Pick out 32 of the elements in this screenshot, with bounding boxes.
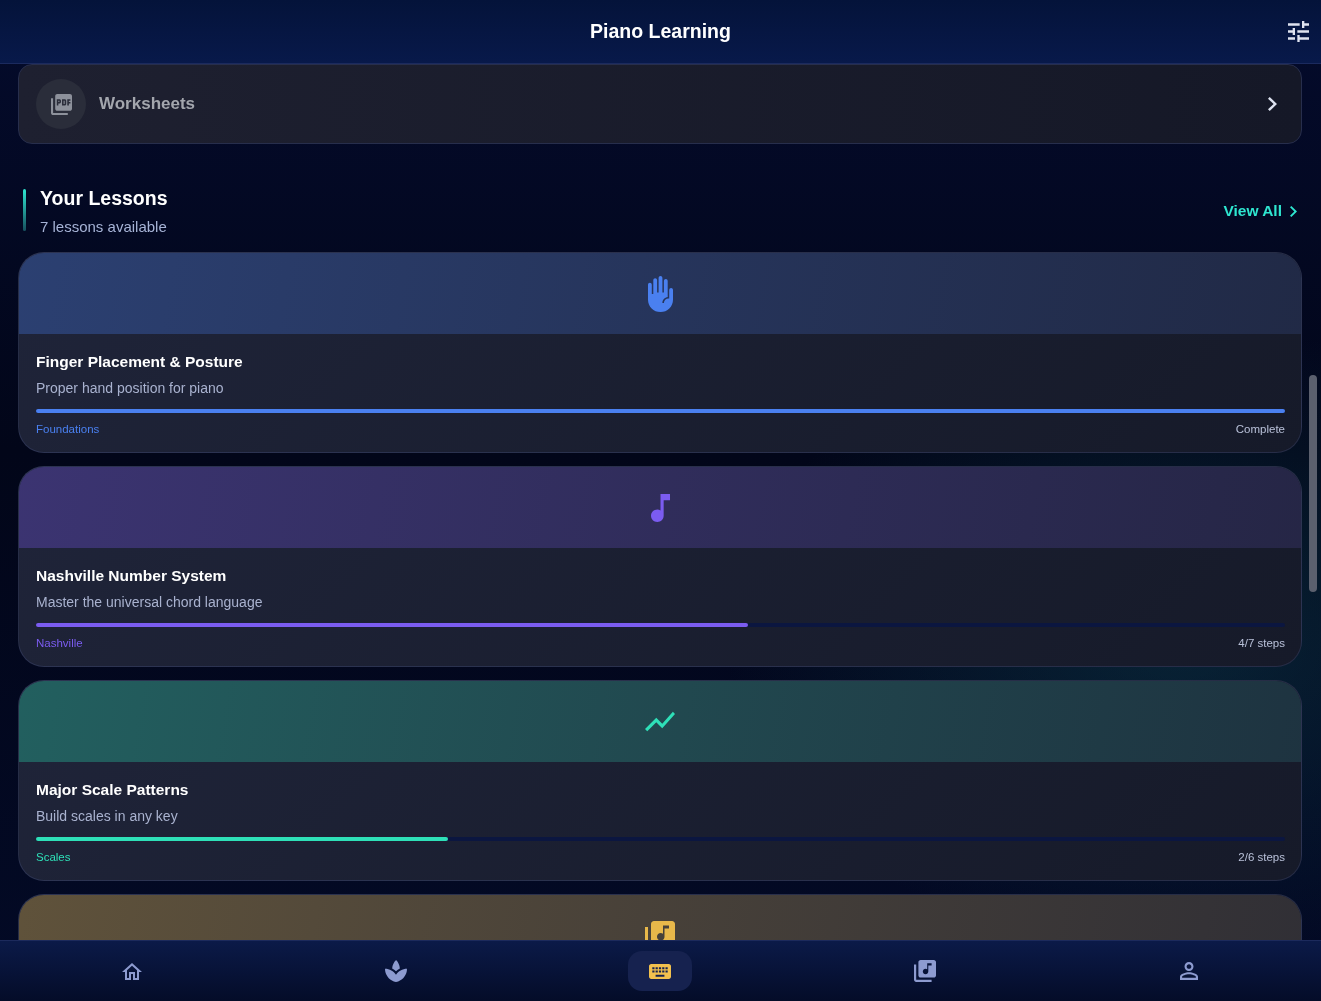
pdf-file-icon	[36, 79, 86, 129]
lesson-description: Master the universal chord language	[36, 593, 264, 611]
lesson-title: Nashville Number System	[36, 566, 228, 586]
lesson-description: Proper hand position for piano	[36, 379, 225, 397]
lesson-status: 2/6 steps	[1238, 850, 1285, 864]
lesson-card[interactable]: Nashville Number System Master the universal chord language Nashville 4/7 steps	[18, 466, 1302, 667]
lesson-status: 4/7 steps	[1238, 636, 1285, 650]
lesson-description: Build scales in any key	[36, 807, 179, 825]
person-icon	[1179, 962, 1198, 980]
view-all-link[interactable]: View All	[1223, 202, 1297, 220]
filter-button[interactable]	[1288, 21, 1309, 42]
lesson-title: Major Scale Patterns	[36, 780, 190, 800]
lesson-status: Complete	[1235, 422, 1285, 436]
keyboard-tab[interactable]	[628, 951, 693, 991]
lesson-category: Foundations	[36, 422, 100, 436]
lesson-title: Finger Placement & Posture	[36, 352, 244, 372]
music-library-icon	[913, 960, 936, 982]
app-title: Piano Learning	[590, 20, 731, 43]
sliders-icon	[1288, 21, 1309, 42]
lesson-card[interactable]: Finger Placement & Posture Proper hand position for piano Foundations Complete	[18, 252, 1302, 453]
chevron-right-icon	[1290, 205, 1297, 217]
keyboard-icon	[649, 963, 672, 979]
chevron-right-icon	[1268, 97, 1277, 111]
lesson-category: Nashville	[36, 636, 83, 650]
lesson-card[interactable]: Major Scale Patterns Build scales in any key Scales 2/6 steps	[18, 680, 1302, 881]
worksheets-card[interactable]: Worksheets	[18, 64, 1302, 144]
lesson-category: Scales	[36, 850, 71, 864]
home-icon	[122, 962, 143, 980]
scrollbar-thumb[interactable]	[1309, 375, 1317, 592]
lesson-count: 7 lessons available	[40, 217, 168, 237]
section-title: Your Lessons	[40, 186, 168, 211]
lotus-icon	[385, 960, 408, 982]
